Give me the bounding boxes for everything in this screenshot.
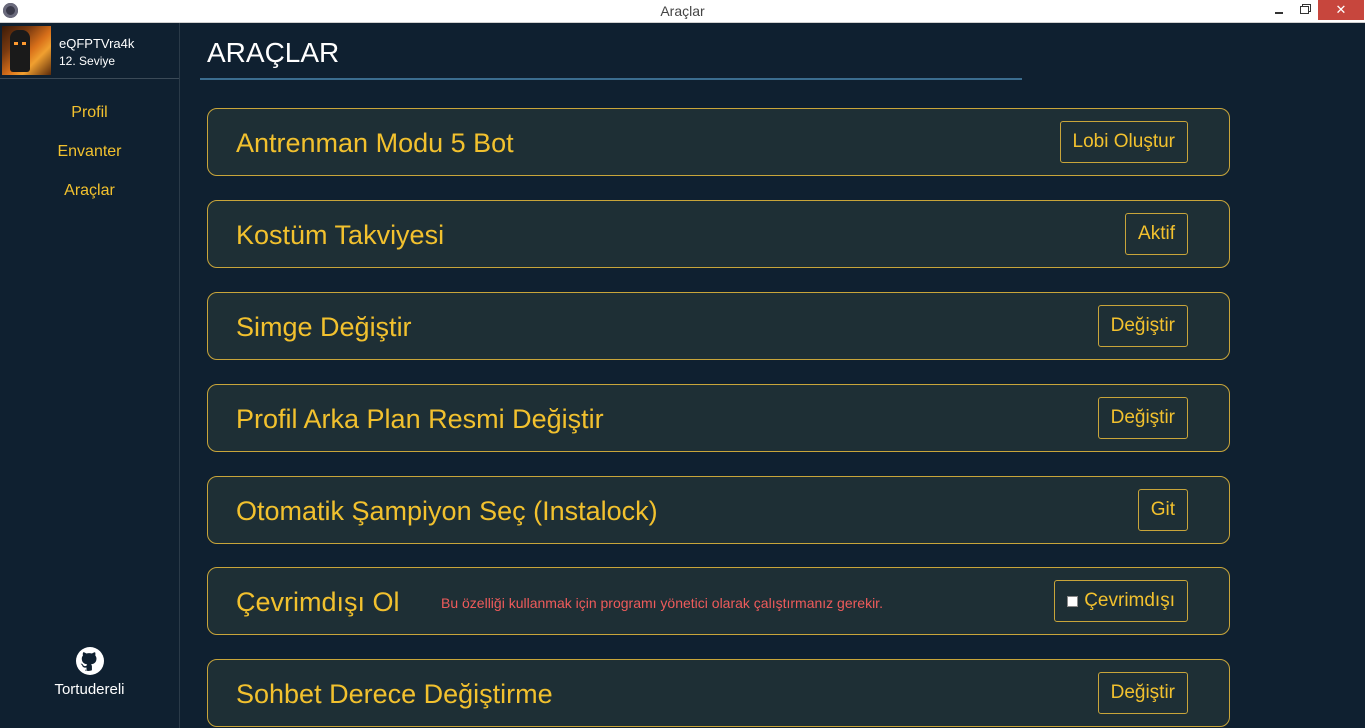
change-background-button[interactable]: Değiştir <box>1097 397 1188 439</box>
tool-card-chat-rank: Sohbet Derece Değiştirme Değiştir <box>207 659 1230 727</box>
offline-toggle[interactable]: Çevrimdışı <box>1054 580 1188 622</box>
avatar-eye <box>22 42 26 45</box>
tool-label: Profil Arka Plan Resmi Değiştir <box>236 404 604 434</box>
tool-label: Kostüm Takviyesi <box>236 220 445 250</box>
go-button[interactable]: Git <box>1137 489 1188 531</box>
window-title: Araçlar <box>660 3 705 19</box>
change-rank-button[interactable]: Değiştir <box>1097 672 1188 714</box>
close-icon: ✕ <box>1335 2 1347 17</box>
offline-label: Çevrimdışı <box>1084 590 1175 611</box>
minimize-icon <box>1275 12 1283 14</box>
tool-card-training-bot: Antrenman Modu 5 Bot Lobi Oluştur <box>207 108 1230 176</box>
github-icon[interactable] <box>76 647 104 675</box>
tool-card-instalock: Otomatik Şampiyon Seç (Instalock) Git <box>207 476 1230 544</box>
change-icon-button[interactable]: Değiştir <box>1097 305 1188 347</box>
create-lobby-button[interactable]: Lobi Oluştur <box>1059 121 1188 163</box>
avatar <box>2 26 51 75</box>
restore-icon <box>1299 6 1309 14</box>
sidebar: eQFPTVra4k 12. Seviye Profil Envanter Ar… <box>0 23 180 728</box>
tool-card-background-change: Profil Arka Plan Resmi Değiştir Değiştir <box>207 384 1230 452</box>
title-divider <box>200 78 1022 80</box>
page-title: ARAÇLAR <box>207 37 340 68</box>
tool-label: Sohbet Derece Değiştirme <box>236 679 553 709</box>
window-titlebar: Araçlar ✕ <box>0 0 1365 23</box>
restore-button[interactable] <box>1290 0 1318 20</box>
avatar-eye <box>14 42 18 45</box>
offline-checkbox[interactable] <box>1067 595 1079 607</box>
tool-label: Çevrimdışı Ol <box>236 587 400 617</box>
tool-card-skin-boost: Kostüm Takviyesi Aktif <box>207 200 1230 268</box>
activate-button[interactable]: Aktif <box>1125 213 1188 255</box>
sidebar-item-araclar[interactable]: Araçlar <box>0 182 179 200</box>
minimize-button[interactable] <box>1265 0 1293 20</box>
tool-label: Otomatik Şampiyon Seç (Instalock) <box>236 496 658 526</box>
sidebar-item-profil[interactable]: Profil <box>0 104 179 122</box>
avatar-figure <box>10 30 30 72</box>
admin-warning: Bu özelliği kullanmak için programı yöne… <box>441 595 883 611</box>
github-label[interactable]: Tortudereli <box>0 681 179 698</box>
tool-card-offline: Çevrimdışı Ol Bu özelliği kullanmak için… <box>207 567 1230 635</box>
user-level: 12. Seviye <box>59 54 116 68</box>
profile-header: eQFPTVra4k 12. Seviye <box>0 23 179 79</box>
tool-card-icon-change: Simge Değiştir Değiştir <box>207 292 1230 360</box>
close-button[interactable]: ✕ <box>1318 0 1364 20</box>
tool-label: Antrenman Modu 5 Bot <box>236 128 514 158</box>
username: eQFPTVra4k <box>59 36 135 51</box>
tool-label: Simge Değiştir <box>236 312 412 342</box>
sidebar-item-envanter[interactable]: Envanter <box>0 143 179 161</box>
